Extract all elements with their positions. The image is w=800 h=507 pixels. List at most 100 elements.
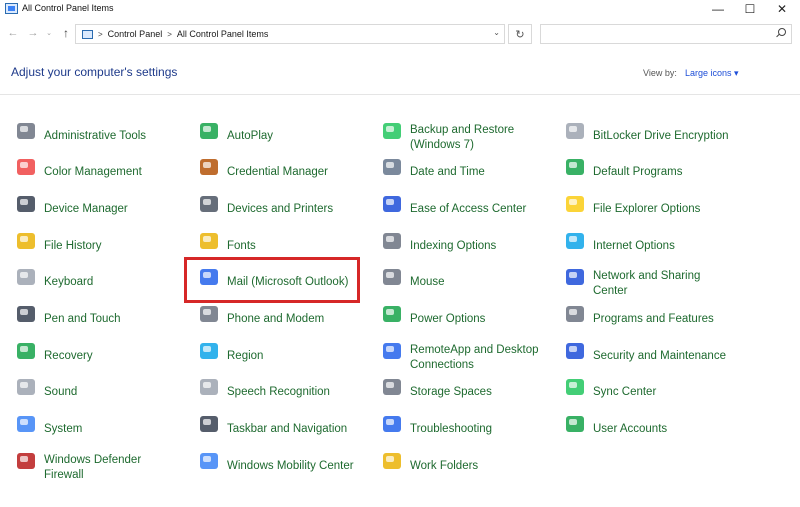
credential-manager-icon: [197, 155, 221, 179]
device-manager-icon: [14, 192, 38, 216]
control-panel-item-label: Region: [227, 350, 264, 362]
security-flag-icon: [563, 339, 587, 363]
file-history-icon: [14, 229, 38, 253]
date-time-icon: [380, 155, 404, 179]
control-panel-item-label: Sync Center: [593, 386, 657, 398]
ease-of-access-icon: [380, 192, 404, 216]
control-panel-item-label: Storage Spaces: [410, 386, 492, 398]
highlight-box: [184, 257, 360, 303]
control-panel-item-label: Backup and Restore (Windows 7): [410, 124, 515, 151]
admin-tools-icon: [14, 119, 38, 143]
troubleshooting-icon: [380, 412, 404, 436]
control-panel-item-label: File Explorer Options: [593, 203, 701, 215]
recent-locations-chevron-icon[interactable]: ⌄: [44, 25, 54, 41]
control-panel-item-label: Internet Options: [593, 240, 675, 252]
control-panel-item-label: System: [44, 423, 83, 435]
network-icon: [563, 265, 587, 289]
control-panel-item-label: Credential Manager: [227, 166, 329, 178]
microphone-icon: [197, 375, 221, 399]
refresh-button[interactable]: ↻: [508, 24, 532, 44]
control-panel-item-label: Troubleshooting: [410, 423, 493, 435]
control-panel-item-label: User Accounts: [593, 423, 668, 435]
control-panel-item-label: Mouse: [410, 276, 445, 288]
control-panel-item-label: RemoteApp and Desktop Connections: [410, 344, 539, 371]
user-accounts-icon: [563, 412, 587, 436]
taskbar-icon: [197, 412, 221, 436]
indexing-icon: [380, 229, 404, 253]
control-panel-item-label: Taskbar and Navigation: [227, 423, 348, 435]
internet-options-icon: [563, 229, 587, 253]
programs-icon: [563, 302, 587, 326]
control-panel-item-label: Fonts: [227, 240, 256, 252]
control-panel-item-label: Programs and Features: [593, 313, 714, 325]
control-panel-item-label: Windows Mobility Center: [227, 460, 354, 472]
keyboard-icon: [14, 265, 38, 289]
view-by-label: View by:: [643, 68, 677, 78]
printer-icon: [197, 192, 221, 216]
control-panel-item-label: BitLocker Drive Encryption: [593, 130, 729, 142]
header-divider: [0, 94, 800, 95]
system-icon: [14, 412, 38, 436]
control-panel-item-label: Security and Maintenance: [593, 350, 726, 362]
minimize-button[interactable]: —: [700, 0, 736, 18]
recovery-icon: [14, 339, 38, 363]
power-icon: [380, 302, 404, 326]
backup-icon: [380, 119, 404, 143]
control-panel-item-label: Windows Defender Firewall: [44, 454, 142, 481]
firewall-icon: [14, 449, 38, 473]
close-button[interactable]: ✕: [764, 0, 800, 18]
sound-icon: [14, 375, 38, 399]
storage-icon: [380, 375, 404, 399]
control-panel-item-label: Phone and Modem: [227, 313, 325, 325]
control-panel-item-label: Sound: [44, 386, 78, 398]
control-panel-item-label: Ease of Access Center: [410, 203, 527, 215]
control-panel-item-label: AutoPlay: [227, 130, 274, 142]
control-panel-item-label: Work Folders: [410, 460, 479, 472]
control-panel-item-label: Pen and Touch: [44, 313, 121, 325]
control-panel-item-label: Devices and Printers: [227, 203, 334, 215]
default-programs-icon: [563, 155, 587, 179]
breadcrumb-separator: >: [98, 29, 103, 39]
search-input[interactable]: [540, 24, 792, 44]
sync-icon: [563, 375, 587, 399]
remoteapp-icon: [380, 339, 404, 363]
view-by-dropdown[interactable]: Large icons ▾: [685, 68, 739, 79]
control-panel-item-label: Default Programs: [593, 166, 683, 178]
breadcrumb-all-items[interactable]: All Control Panel Items: [177, 29, 269, 39]
up-arrow-icon[interactable]: ↑: [58, 25, 74, 41]
control-panel-item-label: Recovery: [44, 350, 93, 362]
control-panel-item-label: Speech Recognition: [227, 386, 330, 398]
fonts-icon: [197, 229, 221, 253]
bitlocker-icon: [563, 119, 587, 143]
phone-modem-icon: [197, 302, 221, 326]
control-panel-item-label: Color Management: [44, 166, 142, 178]
control-panel-item-label: Power Options: [410, 313, 486, 325]
search-icon[interactable]: [775, 28, 786, 38]
maximize-button[interactable]: ☐: [732, 0, 768, 18]
color-management-icon: [14, 155, 38, 179]
control-panel-item-label: Indexing Options: [410, 240, 497, 252]
control-panel-item-label: File History: [44, 240, 102, 252]
mouse-icon: [380, 265, 404, 289]
address-dropdown-chevron-icon[interactable]: ⌄: [493, 28, 500, 37]
autoplay-icon: [197, 119, 221, 143]
control-panel-item-label: Network and Sharing Center: [593, 270, 701, 297]
address-bar[interactable]: > Control Panel > All Control Panel Item…: [75, 24, 505, 44]
breadcrumb-control-panel[interactable]: Control Panel: [108, 29, 163, 39]
control-panel-item-label: Device Manager: [44, 203, 128, 215]
work-folders-icon: [380, 449, 404, 473]
control-panel-small-icon: [82, 29, 93, 39]
forward-arrow-icon[interactable]: →: [25, 25, 41, 41]
breadcrumb-separator: >: [167, 29, 172, 39]
title-bar: All Control Panel Items — ☐ ✕: [0, 0, 800, 20]
folder-options-icon: [563, 192, 587, 216]
region-icon: [197, 339, 221, 363]
pen-icon: [14, 302, 38, 326]
control-panel-item-label: Administrative Tools: [44, 130, 147, 142]
back-arrow-icon[interactable]: ←: [5, 25, 21, 41]
control-panel-item-label: Date and Time: [410, 166, 485, 178]
control-panel-icon: [5, 3, 18, 14]
page-title: Adjust your computer's settings: [11, 65, 178, 79]
window-title: All Control Panel Items: [22, 3, 114, 13]
mobility-center-icon: [197, 449, 221, 473]
